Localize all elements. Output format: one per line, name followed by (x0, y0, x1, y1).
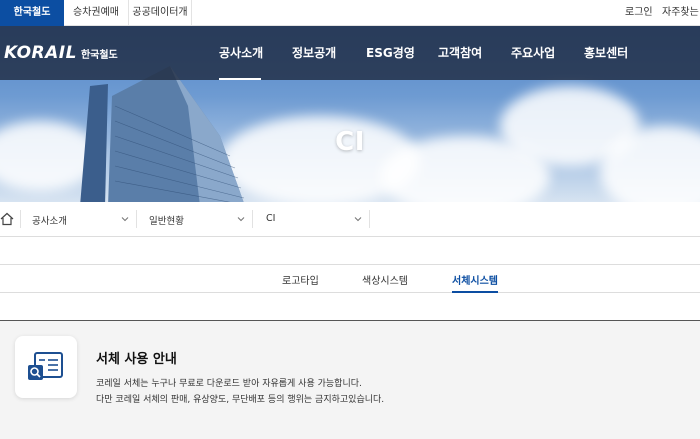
nav-active-indicator (219, 78, 261, 80)
breadcrumb-separator (252, 210, 253, 228)
breadcrumb-item-overview[interactable]: 일반현황 (149, 213, 184, 227)
content-description-line: 다만 코레일 서체의 판매, 유상양도, 무단배포 등의 행위는 금지하고있습니… (96, 395, 385, 405)
nav-item-esg[interactable]: ESG경영 (366, 44, 415, 61)
utility-bar: 한국철도 승차권예매 공공데이터개방 로그인 자주찾는 메 (0, 0, 700, 44)
sub-tab-bar: 로고타입 색상시스템 서체시스템 (0, 264, 700, 293)
breadcrumb-separator (20, 210, 21, 228)
breadcrumb-separator (369, 210, 370, 228)
breadcrumb-item-about[interactable]: 공사소개 (32, 213, 67, 227)
tab-color-system[interactable]: 색상시스템 (362, 272, 408, 287)
chevron-down-icon[interactable] (236, 214, 246, 224)
site-tab-ticket[interactable]: 승차권예매 (64, 0, 129, 26)
page-title: CI (335, 127, 365, 157)
nav-item-pr[interactable]: 홍보센터 (584, 44, 628, 61)
font-document-search-icon (15, 336, 77, 398)
breadcrumb-item-ci[interactable]: CI (266, 213, 275, 224)
tab-typeface-system[interactable]: 서체시스템 (452, 272, 498, 287)
logo-subtitle: 한국철도 (80, 49, 118, 61)
nav-item-disclosure[interactable]: 정보공개 (292, 44, 336, 61)
breadcrumb-separator (136, 210, 137, 228)
home-icon[interactable] (0, 212, 14, 226)
font-usage-notice: 서체 사용 안내 코레일 서체는 누구나 무료로 다운로드 받아 자유롭게 사용… (0, 321, 700, 439)
content-title: 서체 사용 안내 (96, 352, 177, 367)
login-link[interactable]: 로그인 (625, 0, 653, 26)
breadcrumb: 공사소개 일반현황 CI (0, 202, 700, 237)
hero-banner: KORAIL 한국철도 공사소개 정보공개 ESG경영 고객참여 주요사업 홍보… (0, 26, 700, 202)
nav-item-business[interactable]: 주요사업 (511, 44, 555, 61)
tab-active-indicator (452, 291, 498, 293)
chevron-down-icon[interactable] (353, 214, 363, 224)
logo-wordmark: KORAIL (4, 43, 77, 63)
site-tab-open-data[interactable]: 공공데이터개방 (129, 0, 192, 44)
faq-menu-link[interactable]: 자주찾는 메 (662, 0, 700, 26)
nav-item-participation[interactable]: 고객참여 (438, 44, 482, 61)
korail-logo[interactable]: KORAIL 한국철도 (4, 40, 118, 66)
site-tab-korail[interactable]: 한국철도 (0, 0, 64, 26)
chevron-down-icon[interactable] (120, 214, 130, 224)
tab-logotype[interactable]: 로고타입 (282, 272, 319, 287)
nav-item-about[interactable]: 공사소개 (219, 44, 263, 61)
content-description-line: 코레일 서체는 누구나 무료로 다운로드 받아 자유롭게 사용 가능합니다. (96, 379, 362, 389)
header-bar: KORAIL 한국철도 공사소개 정보공개 ESG경영 고객참여 주요사업 홍보… (0, 26, 700, 80)
